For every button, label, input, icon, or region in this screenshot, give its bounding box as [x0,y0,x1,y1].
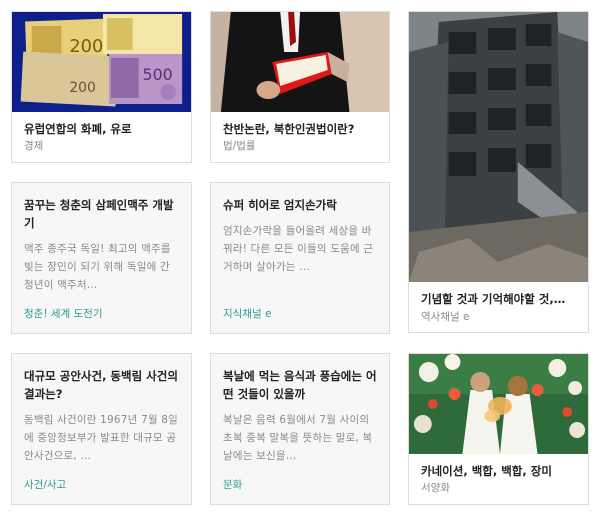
card-title[interactable]: 대규모 공안사건, 동백림 사건의 결과는? [24,367,179,403]
card-category: 역사채널 e [421,311,470,323]
ruined-building-image[interactable] [409,12,588,282]
card-title[interactable]: 유럽연합의 화폐, 유로 [24,120,179,138]
svg-text:200: 200 [69,36,103,57]
person-reading-book-image[interactable] [211,12,389,112]
article-card-euro[interactable]: 200 200 500 유럽연합의 화폐, 유로 경제 [11,11,192,163]
card-category-link[interactable]: 문화 [223,478,377,492]
article-card-commemoration[interactable]: 기념할 것과 기억해야할 것,… 역사채널 e [408,11,589,333]
article-card-boknal-food[interactable]: 복날에 먹는 음식과 풍습에는 어떤 것들이 있을까 복날은 음력 6월에서 7… [210,353,390,505]
card-title[interactable]: 꿈꾸는 청춘의 삼페인맥주 개발기 [24,196,179,232]
card-category: 법/법률 [223,140,256,152]
children-with-flowers-image[interactable] [409,354,588,454]
card-title[interactable]: 슈퍼 히어로 엄지손가락 [223,196,377,214]
card-title[interactable]: 복날에 먹는 음식과 풍습에는 어떤 것들이 있을까 [223,367,377,403]
card-title[interactable]: 기념할 것과 기억해야할 것,… [421,290,576,308]
card-title[interactable]: 카네이션, 백합, 백합, 장미 [421,462,576,480]
card-category: 경제 [24,140,44,152]
svg-text:200: 200 [69,80,95,96]
card-category-link[interactable]: 청춘! 세계 도전기 [24,307,179,321]
article-card-superhero-thumb[interactable]: 슈퍼 히어로 엄지손가락 엄지손가락을 들어올려 세상을 바꿔라! 다른 모든 … [210,182,390,334]
card-category-link[interactable]: 사건/사고 [24,478,179,492]
article-card-human-rights-law[interactable]: 찬반논란, 북한인권법이란? 법/법률 [210,11,390,163]
card-title[interactable]: 찬반논란, 북한인권법이란? [223,120,377,138]
card-category-link[interactable]: 지식채널 e [223,307,377,321]
euro-banknotes-image[interactable]: 200 200 500 [12,12,191,112]
article-card-champagne-beer[interactable]: 꿈꾸는 청춘의 삼페인맥주 개발기 맥주 종주국 독일! 최고의 맥주를 빚는 … [11,182,192,334]
card-description: 엄지손가락을 들어올려 세상을 바꿔라! 다른 모든 이들의 도움에 근거하며 … [223,225,374,273]
card-description: 복날은 음력 6월에서 7월 사이의 초복 중복 말복을 뜻하는 말로, 복날에… [223,414,373,462]
card-description: 맥주 종주국 독일! 최고의 맥주를 빚는 장인이 되기 위해 독일에 간 청년… [24,243,171,291]
card-description: 동백림 사건이란 1967년 7월 8일에 중앙정보부가 발표한 대규모 공안사… [24,414,179,462]
article-card-east-berlin-incident[interactable]: 대규모 공안사건, 동백림 사건의 결과는? 동백림 사건이란 1967년 7월… [11,353,192,505]
card-category: 서양화 [421,482,450,494]
article-card-carnation-painting[interactable]: 카네이션, 백합, 백합, 장미 서양화 [408,353,589,505]
svg-text:500: 500 [143,65,173,84]
